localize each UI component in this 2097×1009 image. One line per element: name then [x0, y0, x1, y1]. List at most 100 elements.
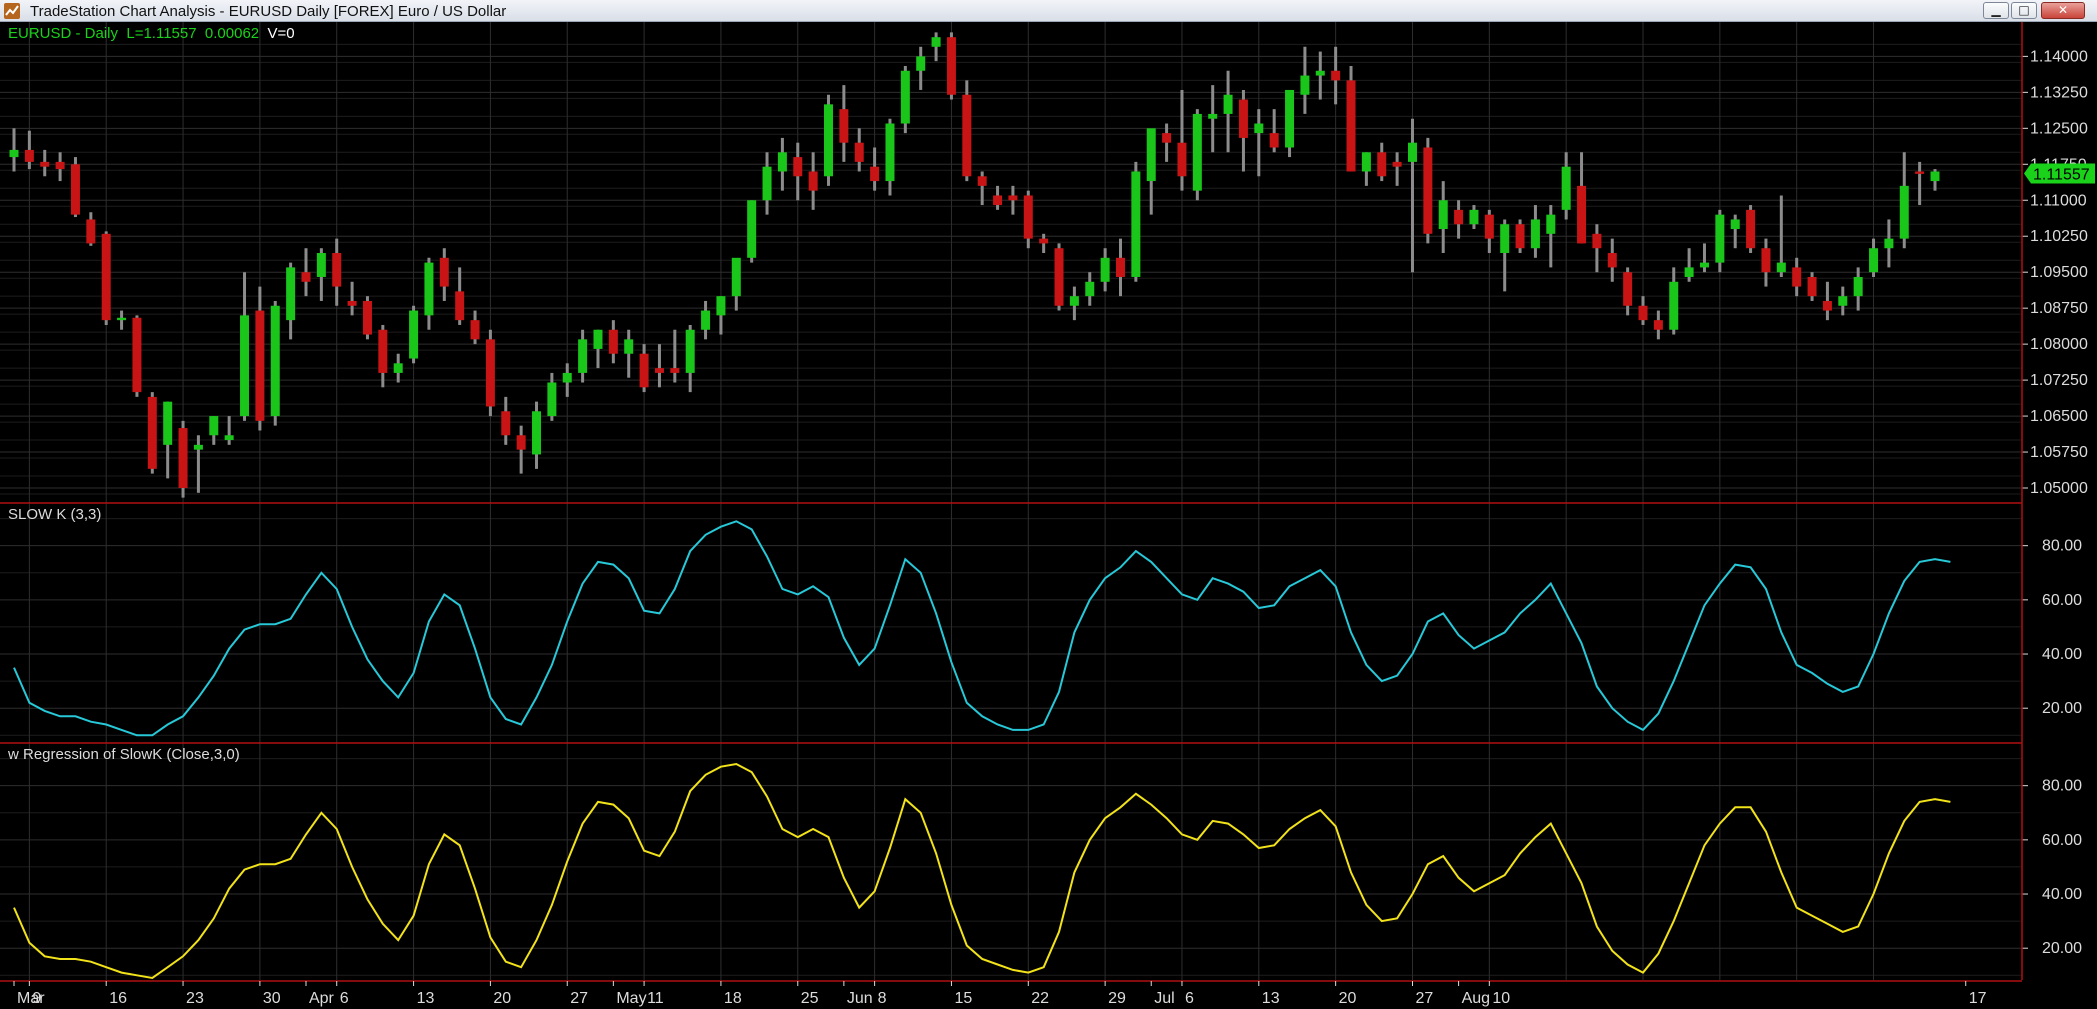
x-axis-label: 11: [647, 990, 664, 1007]
x-axis-label: 10: [1492, 990, 1510, 1007]
candle-down: [977, 176, 987, 186]
candle-down: [1761, 248, 1771, 273]
x-axis-label: 15: [954, 990, 972, 1007]
x-axis-label: Jun: [847, 990, 873, 1007]
candle-up: [747, 200, 757, 258]
chart-area[interactable]: 1.140001.132501.125001.117501.110001.102…: [0, 22, 2097, 1009]
candle-up: [286, 267, 296, 321]
candle-up: [562, 372, 572, 383]
window-title: TradeStation Chart Analysis - EURUSD Dai…: [30, 3, 507, 20]
last-price-label: L=1.11557: [126, 25, 197, 42]
candle-down: [1177, 142, 1187, 177]
candle-down: [132, 317, 142, 393]
regression-panel-title: w Regression of SlowK (Close,3,0): [8, 746, 240, 763]
slowk-axis-label: 40.00: [2042, 646, 2082, 663]
price-axis-label: 1.11000: [2030, 192, 2087, 209]
x-axis-label: 30: [263, 990, 281, 1007]
regression-indicator[interactable]: [13, 762, 1951, 980]
price-axis-label: 1.13250: [2030, 84, 2088, 101]
candle-up: [193, 444, 203, 450]
candle-up: [578, 339, 588, 373]
candle-down: [1454, 209, 1464, 225]
candle-down: [1746, 209, 1756, 249]
candle-down: [101, 233, 111, 321]
price-axis-label: 1.10250: [2030, 228, 2088, 245]
candle-up: [1500, 224, 1510, 254]
candle-up: [1285, 89, 1295, 148]
candle-down: [1592, 233, 1602, 249]
candle-down: [301, 272, 311, 282]
price-axis-label: 1.14000: [2030, 48, 2088, 65]
candle-down: [1515, 224, 1525, 249]
price-axis-label: 1.05750: [2030, 444, 2088, 461]
candle-up: [163, 401, 173, 445]
candle-up: [1469, 209, 1479, 225]
x-axis-label: 22: [1031, 990, 1049, 1007]
x-axis-label: 13: [1262, 990, 1280, 1007]
candle-up: [685, 329, 695, 373]
candle-down: [639, 353, 649, 388]
candle-up: [1069, 296, 1079, 306]
candle-up: [424, 262, 434, 316]
candle-up: [1407, 142, 1417, 162]
last-price-tag-label: 1.11557: [2033, 167, 2090, 184]
minimize-button[interactable]: ▁: [1983, 2, 2009, 19]
price-axis-label: 1.07250: [2030, 372, 2088, 389]
candle-up: [1930, 171, 1940, 182]
candle-down: [439, 257, 449, 287]
candle-down: [40, 161, 50, 167]
candle-up: [393, 363, 403, 373]
x-axis-label: 29: [1108, 990, 1126, 1007]
candle-down: [962, 94, 972, 177]
x-axis-labels: Mar9 16 23 30 Apr 6 13 20 27 May 11 18 25 Jun 8 15 22 29 J…: [13, 981, 1987, 1007]
candle-up: [1300, 75, 1310, 95]
candle-down: [362, 300, 372, 335]
candle-up: [1146, 128, 1156, 182]
candle-up: [1208, 113, 1218, 119]
slowk-axis-label: 60.00: [2042, 592, 2082, 609]
x-axis-label: 8: [878, 990, 887, 1007]
slowk-axis-label: 80.00: [2042, 538, 2082, 555]
x-axis-label: 6: [1185, 990, 1194, 1007]
candle-up: [716, 296, 726, 316]
candle-up: [1192, 113, 1202, 191]
maximize-button[interactable]: □: [2011, 2, 2037, 19]
candle-down: [86, 219, 96, 244]
candle-down: [485, 339, 495, 407]
slowk-panel-title: SLOW K (3,3): [8, 506, 102, 523]
candle-up: [1100, 257, 1110, 282]
candle-down: [378, 329, 388, 373]
candle-up: [1899, 185, 1909, 239]
price-candles[interactable]: [9, 32, 1940, 498]
candle-down: [501, 411, 511, 436]
candle-down: [1484, 214, 1494, 239]
candle-down: [332, 253, 342, 287]
regression-line: [13, 762, 1951, 980]
candle-up: [916, 56, 926, 71]
slowk-line: [13, 520, 1951, 737]
candle-up: [1361, 152, 1371, 172]
x-axis-label: 20: [1339, 990, 1357, 1007]
candle-up: [1438, 200, 1448, 230]
slowk-indicator[interactable]: [13, 520, 1951, 737]
price-axis-label: 1.08000: [2030, 336, 2088, 353]
candle-up: [1085, 281, 1095, 297]
candle-down: [793, 157, 803, 177]
candle-down: [1653, 320, 1663, 330]
title-bar: TradeStation Chart Analysis - EURUSD Dai…: [0, 0, 2097, 22]
candle-up: [1838, 296, 1848, 306]
x-axis-label: 27: [570, 990, 588, 1007]
candle-down: [1331, 70, 1341, 81]
candle-up: [1561, 166, 1571, 210]
candle-up: [209, 416, 219, 436]
slowk-axis-label: 20.00: [2042, 700, 2082, 717]
candle-down: [147, 396, 157, 469]
x-axis-label: 20: [493, 990, 511, 1007]
y-axis-labels: 1.140001.132501.125001.117501.110001.102…: [2030, 48, 2088, 957]
candle-down: [24, 149, 34, 162]
candle-up: [762, 166, 772, 201]
candle-up: [1223, 94, 1233, 114]
close-button[interactable]: ✕: [2041, 2, 2085, 19]
candle-up: [701, 310, 711, 330]
candle-down: [1238, 99, 1248, 138]
